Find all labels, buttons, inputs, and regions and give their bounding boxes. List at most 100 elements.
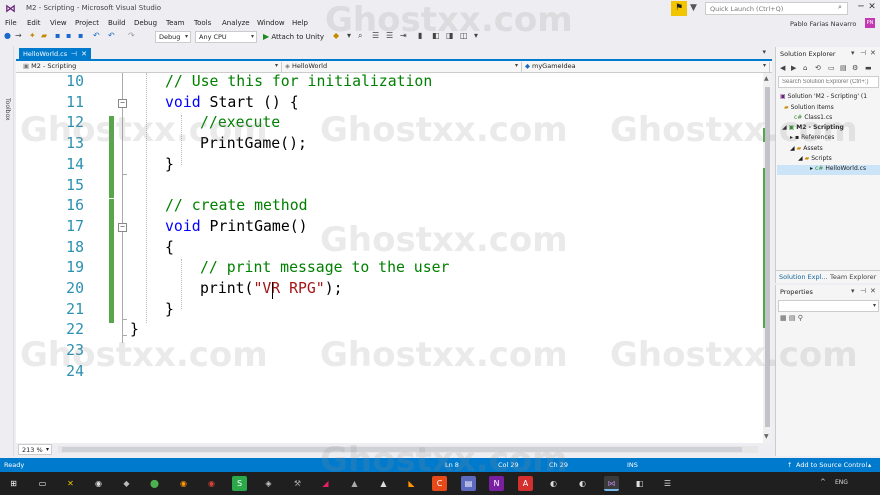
new-project-icon[interactable]: ✦ [29, 31, 36, 40]
taskbar-app-icon[interactable]: ◆ [119, 476, 134, 491]
taskbar-app-icon[interactable]: ◧ [632, 476, 647, 491]
menu-build[interactable]: Build [108, 19, 126, 27]
back-icon[interactable]: ● [4, 31, 11, 40]
configuration-select[interactable]: Debug ▾ [155, 31, 191, 43]
clear-bookmarks-icon[interactable]: ◫ [460, 31, 468, 40]
bookmark-toggle-icon[interactable]: ▮ [418, 31, 422, 40]
project-dropdown[interactable]: ▣ M2 - Scripting ▾ [20, 62, 282, 72]
taskbar-app-icon[interactable]: ◐ [546, 476, 561, 491]
scroll-up-icon[interactable]: ▲ [764, 75, 769, 82]
home-icon[interactable]: ⌂ [803, 64, 807, 72]
taskbar-app-icon[interactable]: ✕ [63, 476, 78, 491]
tree-item-project[interactable]: ◢ ▣ M2 - Scripting [782, 124, 844, 134]
minimize-button[interactable]: ─ [856, 2, 866, 12]
menu-view[interactable]: View [50, 19, 67, 27]
close-icon[interactable]: ✕ [81, 50, 87, 58]
preview-icon[interactable]: ▬ [865, 64, 872, 72]
toolbox-label[interactable]: Toolbox [4, 98, 11, 121]
taskbar-unity-icon[interactable]: ◈ [261, 476, 276, 491]
taskbar-app-icon[interactable]: ▤ [461, 476, 476, 491]
uncomment-icon[interactable]: ☰ [386, 31, 393, 40]
back-icon[interactable]: ◀ [780, 64, 785, 72]
properties-object-select[interactable]: ▾ [778, 300, 879, 312]
editor-vertical-scrollbar[interactable]: ▲ ▼ [763, 73, 772, 443]
scrollbar-thumb[interactable] [765, 87, 770, 427]
taskbar-app-icon[interactable]: ◉ [176, 476, 191, 491]
taskbar-app-icon[interactable]: ▲ [376, 476, 391, 491]
menu-edit[interactable]: Edit [27, 19, 41, 27]
tree-item-solution-items[interactable]: ▰ Solution Items [784, 104, 834, 114]
taskbar-visual-studio-icon[interactable]: ⋈ [604, 476, 619, 491]
close-icon[interactable]: ✕ [870, 287, 876, 295]
taskbar-app-icon[interactable]: ◐ [575, 476, 590, 491]
menu-project[interactable]: Project [75, 19, 99, 27]
pin-icon[interactable]: ⊣ [860, 287, 866, 295]
solution-search-input[interactable] [778, 76, 879, 88]
panel-dropdown-icon[interactable]: ▾ [851, 49, 855, 57]
pin-icon[interactable]: ⊣ [71, 50, 77, 58]
taskbar-app-icon[interactable]: ◉ [91, 476, 106, 491]
scroll-down-icon[interactable]: ▼ [764, 433, 769, 440]
taskbar-onenote-icon[interactable]: N [489, 476, 504, 491]
forward-icon[interactable]: → [15, 31, 22, 40]
menu-file[interactable]: File [5, 19, 17, 27]
menu-debug[interactable]: Debug [134, 19, 157, 27]
taskbar-chrome-icon[interactable]: ◉ [204, 476, 219, 491]
notification-flag-icon[interactable]: ⚑ [671, 1, 687, 16]
indent-icon[interactable]: ⇥ [400, 31, 407, 40]
taskbar-app-icon[interactable]: ☰ [660, 476, 675, 491]
undo-icon[interactable]: ↶ [108, 31, 115, 40]
tab-helloworld-cs[interactable]: HelloWorld.cs ⊣ ✕ [19, 48, 91, 61]
chevron-up-icon[interactable]: ▴ [868, 461, 871, 469]
member-dropdown[interactable]: ◆ myGameIdea ▾ [522, 62, 770, 72]
toolbar-dropdown-icon[interactable]: ▾ [347, 31, 351, 40]
close-window-button[interactable]: ✕ [867, 2, 877, 12]
menu-analyze[interactable]: Analyze [222, 19, 250, 27]
user-name[interactable]: Pablo Farias Navarro [790, 20, 856, 28]
panel-dropdown-icon[interactable]: ▾ [851, 287, 855, 295]
property-pages-icon[interactable]: ⚲ [798, 314, 803, 322]
prev-bookmark-icon[interactable]: ◧ [432, 31, 440, 40]
taskbar-app-icon[interactable]: C [432, 476, 447, 491]
tree-item-class1[interactable]: c# Class1.cs [794, 114, 832, 124]
forward-icon[interactable]: ▶ [791, 64, 796, 72]
show-all-files-icon[interactable]: ▤ [840, 64, 847, 72]
comment-icon[interactable]: ☰ [372, 31, 379, 40]
alphabetical-icon[interactable]: ▤ [789, 314, 796, 322]
avatar[interactable]: PN [865, 18, 875, 28]
toolbox-strip[interactable]: Toolbox [0, 46, 14, 456]
collapse-all-icon[interactable]: ▭ [828, 64, 835, 72]
tab-solution-explorer[interactable]: Solution Expl... [779, 273, 828, 281]
sync-icon[interactable]: ⟲ [815, 64, 821, 72]
taskbar-app-icon[interactable]: ▲ [347, 476, 362, 491]
taskbar-app-icon[interactable]: ⬤ [147, 476, 162, 491]
tree-item-references[interactable]: ▸ ▪ References [790, 134, 834, 144]
taskbar-app-icon[interactable]: S [232, 476, 247, 491]
categorized-icon[interactable]: ▦ [780, 314, 787, 322]
menu-team[interactable]: Team [166, 19, 185, 27]
save-icon[interactable]: ▪ [55, 31, 60, 40]
quick-launch-input[interactable] [705, 2, 848, 15]
scrollbar-thumb[interactable] [62, 447, 742, 452]
tray-language[interactable]: ENG [835, 479, 848, 486]
find-icon[interactable]: ⌕ [358, 31, 362, 41]
menu-help[interactable]: Help [292, 19, 308, 27]
tree-item-solution[interactable]: ▣ Solution 'M2 - Scripting' (1 [780, 93, 867, 103]
class-dropdown[interactable]: ◈ HelloWorld ▾ [282, 62, 522, 72]
tab-team-explorer[interactable]: Team Explorer [830, 273, 876, 281]
save-all-icon[interactable]: ▪ [66, 31, 71, 40]
feedback-filter-icon[interactable]: ▼ [690, 3, 697, 13]
taskbar-app-icon[interactable]: A [518, 476, 533, 491]
save-all-files-icon[interactable]: ▪ [78, 31, 83, 40]
toolbar-options-icon[interactable]: ▾ [474, 31, 478, 40]
taskbar-app-icon[interactable]: ◢ [318, 476, 333, 491]
menu-tools[interactable]: Tools [194, 19, 211, 27]
tray-chevron-up-icon[interactable]: ^ [820, 478, 826, 486]
attach-to-unity-button[interactable]: ▶ Attach to Unity [263, 32, 324, 41]
tree-item-scripts[interactable]: ◢ ▰ Scripts [798, 155, 832, 165]
redo-icon[interactable]: ↷ [128, 31, 135, 40]
platform-select[interactable]: Any CPU ▾ [195, 31, 257, 43]
undo-icon[interactable]: ↶ [93, 31, 100, 40]
code-editor[interactable]: − − 10 // Use this for initialization 11… [16, 73, 763, 443]
add-to-source-control-button[interactable]: Add to Source Control [796, 461, 867, 469]
